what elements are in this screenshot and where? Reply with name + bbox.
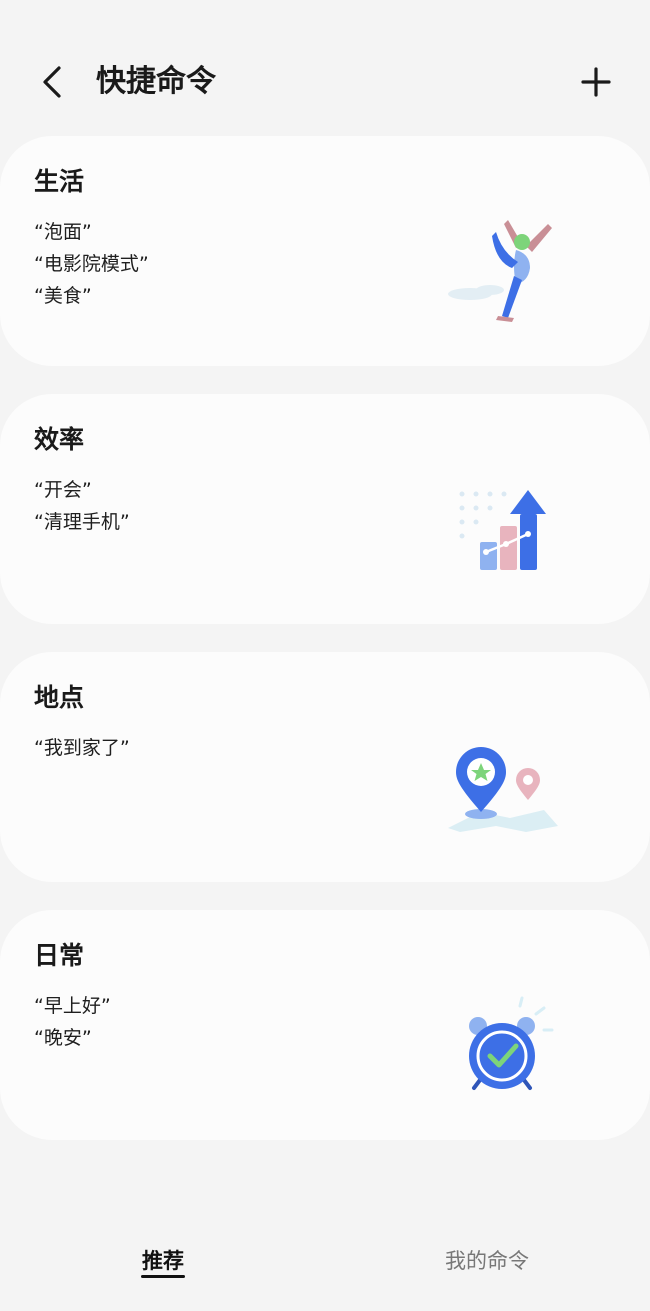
example-item: “开会” <box>34 479 92 501</box>
card-title: 生活 <box>34 167 85 196</box>
card-efficiency[interactable]: 效率 “开会” “清理手机” <box>0 394 650 624</box>
alarm-clock-icon <box>469 996 554 1090</box>
growth-chart-icon <box>459 490 546 570</box>
example-item: “电影院模式” <box>34 253 149 275</box>
card-title: 效率 <box>34 425 85 454</box>
selected-tab-indicator <box>141 1275 185 1278</box>
card-daily[interactable]: 日常 “早上好” “晚安” <box>0 910 650 1140</box>
example-list: “开会” “清理手机” <box>34 474 130 538</box>
card-location[interactable]: 地点 “我到家了” <box>0 652 650 882</box>
location-pin-icon <box>448 747 558 832</box>
example-list: “泡面” “电影院模式” “美食” <box>34 216 149 312</box>
example-list: “我到家了” <box>34 732 130 764</box>
example-item: “晚安” <box>34 1027 92 1049</box>
plus-icon <box>581 67 611 97</box>
example-item: “我到家了” <box>34 737 130 759</box>
example-item: “美食” <box>34 285 92 307</box>
example-list: “早上好” “晚安” <box>34 990 111 1054</box>
back-arrow-icon <box>43 66 61 98</box>
app-header: 快捷命令 <box>0 0 650 130</box>
add-button[interactable] <box>574 60 618 104</box>
yoga-pose-icon <box>448 220 552 322</box>
tab-recommend[interactable]: 推荐 <box>83 1246 243 1276</box>
card-title: 日常 <box>34 941 85 970</box>
back-button[interactable] <box>30 60 74 104</box>
card-life[interactable]: 生活 “泡面” “电影院模式” “美食” <box>0 136 650 366</box>
tab-my-commands[interactable]: 我的命令 <box>407 1246 567 1276</box>
example-item: “早上好” <box>34 995 111 1017</box>
example-item: “泡面” <box>34 221 92 243</box>
page-title: 快捷命令 <box>96 64 216 99</box>
bottom-tab-bar: 推荐 我的命令 <box>0 1220 650 1311</box>
example-item: “清理手机” <box>34 511 130 533</box>
card-title: 地点 <box>34 683 85 712</box>
